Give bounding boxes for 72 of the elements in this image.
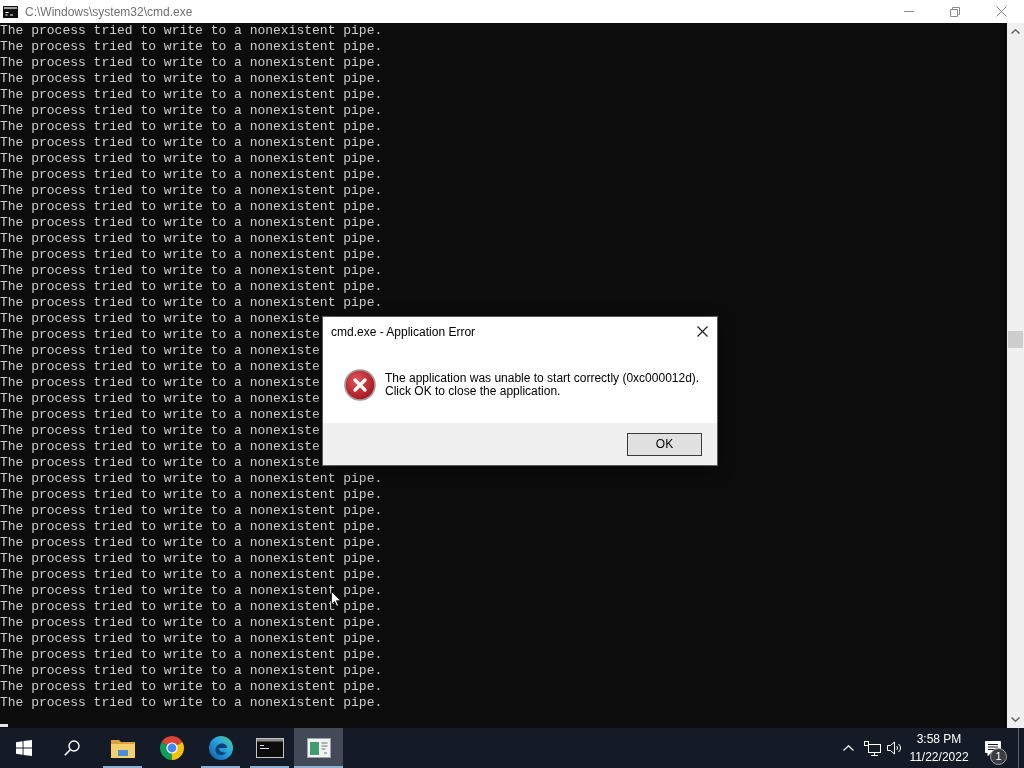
text-cursor-icon <box>0 724 8 727</box>
console-line: The process tried to write to a nonexistent pipe. <box>0 183 383 199</box>
console-line: The process tried to write to a nonexistent pipe. <box>0 647 383 663</box>
console-line: The process tried to write to a nonexistent pipe. <box>0 119 383 135</box>
error-icon <box>344 368 376 401</box>
console-line: The process tried to write to a nonexistent pipe. <box>0 167 383 183</box>
console-line: The process tried to write to a nonexistent pipe. <box>0 695 383 711</box>
console-line: The process tried to write to a nonexistent pipe. <box>0 679 383 695</box>
browser-icon <box>159 736 184 760</box>
console-line: The process tried to write to a nonexistent pipe. <box>0 487 383 503</box>
console-line: The process tried to write to a nonexistent pipe. <box>0 103 383 119</box>
console-line: The process tried to write to a nonexistent pipe. <box>0 551 383 567</box>
console-line: The process tried to write to a nonexistent pipe. <box>0 631 383 647</box>
clock-date[interactable]: 11/22/2022 <box>909 748 969 766</box>
console-line: The process tried to write to a nonexiste <box>0 391 320 407</box>
close-icon <box>995 6 1007 17</box>
console-line: The process tried to write to a nonexiste <box>0 423 320 439</box>
console-line: The process tried to write to a nonexistent pipe. <box>0 663 383 679</box>
console-line: The process tried to write to a nonexistent pipe. <box>0 247 383 263</box>
console-line: The process tried to write to a nonexistent pipe. <box>0 231 383 247</box>
terminal-icon <box>255 738 284 758</box>
console-line: The process tried to write to a nonexistent pipe. <box>0 263 383 279</box>
minimize-icon <box>904 11 914 12</box>
console-line: The process tried to write to a nonexistent pipe. <box>0 567 383 583</box>
console-line: The process tried to write to a nonexiste <box>0 455 320 471</box>
network-icon <box>863 740 881 756</box>
console-line: The process tried to write to a nonexistent pipe. <box>0 71 383 87</box>
chevron-up-icon <box>842 745 854 751</box>
chevron-up-icon <box>1011 29 1020 34</box>
console-line: The process tried to write to a nonexistent pipe. <box>0 295 383 311</box>
console-line: The process tried to write to a nonexistent pipe. <box>0 535 383 551</box>
console-line: The process tried to write to a nonexistent pipe. <box>0 279 383 295</box>
clock-time[interactable]: 3:58 PM <box>916 730 962 748</box>
restore-icon <box>950 6 960 17</box>
close-icon <box>696 326 708 337</box>
console-line: The process tried to write to a nonexistent pipe. <box>0 519 383 535</box>
console-line: The process tried to write to a nonexiste <box>0 343 320 359</box>
windows-logo-icon <box>16 740 32 756</box>
notifications-button[interactable]: 1 <box>978 728 1018 768</box>
folder-icon <box>110 738 135 758</box>
console-line: The process tried to write to a nonexistent pipe. <box>0 583 383 599</box>
search-icon <box>64 740 80 756</box>
console-line: The process tried to write to a nonexistent pipe. <box>0 135 383 151</box>
app-window-icon <box>306 738 331 758</box>
chevron-down-icon <box>1011 717 1020 722</box>
console-line: The process tried to write to a nonexistent pipe. <box>0 55 383 71</box>
console-line: The process tried to write to a nonexistent pipe. <box>0 615 383 631</box>
console-line: The process tried to write to a nonexistent pipe. <box>0 599 383 615</box>
browser-swirl-icon <box>208 736 233 760</box>
console-line: The process tried to write to a nonexistent pipe. <box>0 39 383 55</box>
console-line: The process tried to write to a nonexistent pipe. <box>0 471 383 487</box>
console-app-icon <box>3 5 18 18</box>
error-message: The application was unable to start correctly (0xc000012d). Click OK to close the application. <box>385 371 700 398</box>
console-line: The process tried to write to a nonexiste <box>0 407 320 423</box>
scroll-thumb[interactable] <box>1008 331 1023 348</box>
console-line: The process tried to write to a nonexiste <box>0 439 320 455</box>
console-line: The process tried to write to a nonexistent pipe. <box>0 23 383 39</box>
app-window-button[interactable] <box>294 728 343 768</box>
console-line: The process tried to write to a nonexistent pipe. <box>0 215 383 231</box>
console-line: The process tried to write to a nonexiste <box>0 375 320 391</box>
console-line: The process tried to write to a nonexistent pipe. <box>0 87 383 103</box>
dialog-title: cmd.exe - Application Error <box>331 323 476 341</box>
console-line: The process tried to write to a nonexistent pipe. <box>0 503 383 519</box>
window-title: C:\Windows\system32\cmd.exe <box>25 3 193 21</box>
ok-button[interactable]: OK <box>627 432 702 456</box>
console-line: The process tried to write to a nonexistent pipe. <box>0 199 383 215</box>
notification-count: 1 <box>990 748 1007 765</box>
console-line: The process tried to write to a nonexiste <box>0 359 320 375</box>
console-line: The process tried to write to a nonexiste <box>0 311 320 327</box>
console-line: The process tried to write to a nonexistent pipe. <box>0 151 383 167</box>
speaker-icon <box>887 741 903 755</box>
console-line: The process tried to write to a nonexiste <box>0 327 320 343</box>
